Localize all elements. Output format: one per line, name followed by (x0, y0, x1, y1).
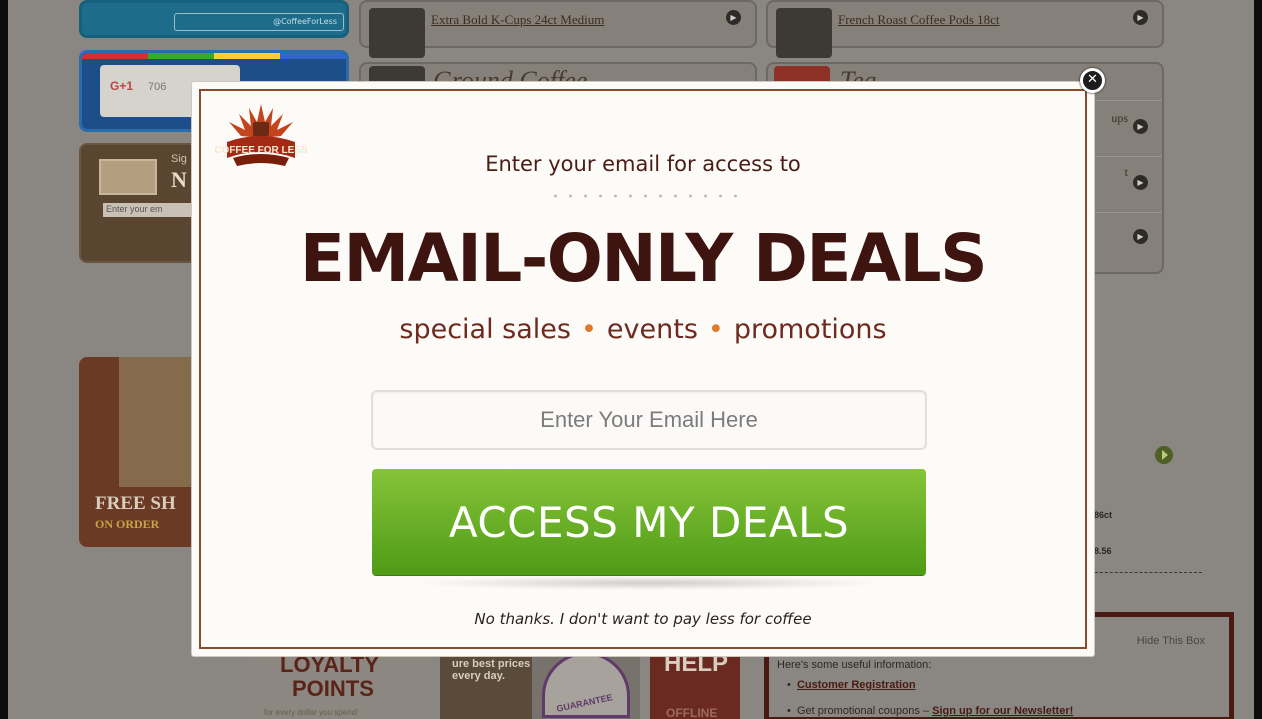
divider (1090, 572, 1202, 573)
hide-box-link[interactable]: Hide This Box (1137, 635, 1205, 647)
signup-heading: N (171, 167, 187, 192)
email-signup-modal: COFFEE FOR LESS Enter your email for acc… (192, 82, 1094, 656)
arrow-right-icon[interactable]: ▶ (1133, 229, 1148, 244)
list-item: • Customer Registration (787, 679, 916, 691)
modal-tagline: special sales • events • promotions (192, 314, 1094, 345)
dotted-divider (548, 194, 738, 198)
gplus-count: 706 (148, 81, 167, 93)
signup-email-input[interactable]: Enter your em (103, 203, 201, 217)
loyalty-points-tile[interactable]: LOYALTY POINTS for every dollar you spen… (246, 650, 434, 719)
product-card[interactable]: Extra Bold K-Cups 24ct Medium ▶ (359, 0, 757, 58)
prices-text: ure best prices every day. (452, 658, 531, 682)
free-shipping-text: FREE SH (95, 493, 176, 514)
loyalty-subtitle: POINTS (292, 676, 374, 701)
gplus-color-strip (82, 53, 346, 59)
arrow-right-icon[interactable]: ▶ (1133, 175, 1148, 190)
shipping-box-image (119, 357, 199, 487)
side-text: 8.56 (1094, 546, 1112, 556)
signup-label: Sig (171, 153, 187, 165)
right-margin (1254, 0, 1262, 719)
best-prices-tile[interactable]: ure best prices every day. (440, 650, 538, 719)
button-shadow (412, 576, 886, 590)
newsletter-link[interactable]: Sign up for our Newsletter! (932, 705, 1073, 717)
product-thumbnail (776, 8, 832, 58)
access-my-deals-button[interactable]: ACCESS MY DEALS (372, 469, 926, 575)
list-item: • Get promotional coupons – Sign up for … (787, 705, 1074, 717)
list-item-label: ups (1111, 111, 1128, 125)
tagline-sales: special sales (399, 314, 571, 345)
list-item-text: Get promotional coupons – (796, 705, 933, 717)
arrow-right-icon[interactable]: ▶ (1133, 119, 1148, 134)
free-shipping-banner[interactable]: FREE SH ON ORDER (79, 357, 199, 547)
product-card[interactable]: French Roast Coffee Pods 18ct ▶ (766, 0, 1164, 58)
twitter-widget[interactable]: @CoffeeForLess (79, 0, 349, 38)
guarantee-tile[interactable]: GUARANTEE (532, 650, 640, 719)
modal-headline: EMAIL-ONLY DEALS (299, 220, 988, 297)
arrow-right-icon[interactable]: ▶ (1133, 10, 1148, 25)
list-item-label: t (1124, 165, 1128, 179)
help-tile[interactable]: HELP OFFLINE (650, 650, 740, 719)
bullet-separator: • (580, 314, 597, 345)
on-orders-text: ON ORDER (95, 517, 160, 531)
guarantee-seal-icon (542, 652, 630, 718)
product-link[interactable]: Extra Bold K-Cups 24ct Medium (431, 12, 604, 28)
decline-link[interactable]: No thanks. I don't want to pay less for … (192, 610, 1094, 628)
left-margin (0, 0, 8, 719)
help-status: OFFLINE (666, 706, 718, 719)
twitter-handle[interactable]: @CoffeeForLess (174, 13, 344, 31)
side-text: 86ct (1094, 510, 1113, 520)
arrow-right-icon[interactable]: ▶ (726, 10, 741, 25)
customer-registration-link[interactable]: Customer Registration (797, 679, 916, 691)
newsletter-signup-widget: Sig N Enter your em (79, 143, 201, 263)
info-heading: Here's some useful information: (777, 659, 932, 671)
product-thumbnail (369, 8, 425, 58)
modal-subheading: Enter your email for access to (485, 152, 801, 176)
bullet-separator: • (707, 314, 724, 345)
product-link[interactable]: French Roast Coffee Pods 18ct (838, 12, 1000, 28)
email-input[interactable] (371, 390, 927, 450)
close-icon[interactable]: ✕ (1080, 68, 1105, 93)
tagline-promotions: promotions (733, 314, 887, 345)
envelope-icon (99, 159, 157, 195)
play-icon[interactable] (1155, 446, 1173, 464)
loyalty-caption: for every dollar you spend! (264, 708, 359, 717)
tagline-events: events (606, 314, 698, 345)
gplus-button[interactable]: G+1 (110, 79, 133, 93)
